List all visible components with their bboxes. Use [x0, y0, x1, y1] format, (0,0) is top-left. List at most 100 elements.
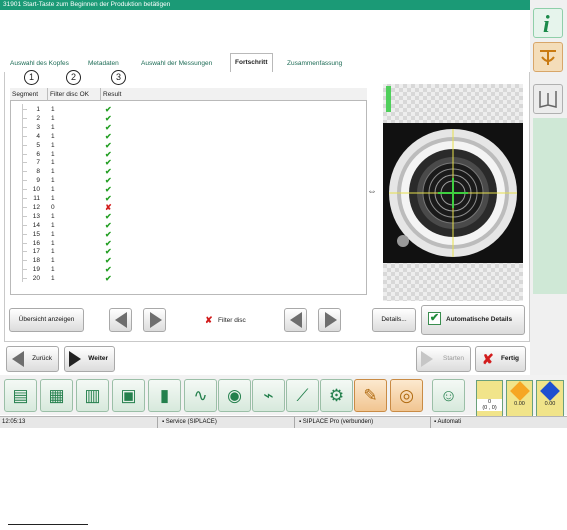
tree-branch: [22, 198, 27, 199]
tool-board-icon[interactable]: ▣: [112, 379, 145, 412]
next-segment-button[interactable]: [143, 308, 166, 332]
table-row[interactable]: 18 1 ✔: [10, 256, 367, 265]
cell-segment: 4: [36, 132, 40, 140]
status-siplace-label: SIPLACE Pro (verbunden): [302, 419, 374, 425]
cell-filter-ok: 1: [51, 266, 55, 274]
gauge-1: 0 (0 , 0): [476, 380, 503, 417]
back-button[interactable]: Zurück: [6, 346, 59, 372]
calibration-icon: [540, 50, 556, 65]
tool-bar-chart-icon[interactable]: ▥: [76, 379, 109, 412]
table-row[interactable]: 6 1 ✔: [10, 150, 367, 159]
resize-handle-icon[interactable]: ⇔: [367, 186, 377, 197]
arrow-left-icon: [115, 312, 127, 328]
callout-2: 2: [66, 70, 81, 85]
cell-result-pass-icon: ✔: [105, 149, 112, 159]
tool-calibration-icon[interactable]: ◎: [390, 379, 423, 412]
col-header-result: Result: [103, 91, 122, 98]
cell-result-pass-icon: ✔: [105, 176, 112, 186]
cell-filter-ok: 1: [51, 257, 55, 265]
table-row[interactable]: 9 1 ✔: [10, 176, 367, 185]
tab-summary[interactable]: Zusammenfassung: [283, 55, 346, 72]
tool-station-icon[interactable]: ▤: [4, 379, 37, 412]
table-row[interactable]: 20 1 ✔: [10, 274, 367, 283]
calibration-tool-button[interactable]: [533, 42, 563, 72]
tool-table-icon[interactable]: ▦: [40, 379, 73, 412]
cell-segment: 13: [32, 212, 40, 220]
start-label: Starten: [443, 355, 464, 362]
table-row[interactable]: 13 1 ✔: [10, 212, 367, 221]
cell-filter-ok: 1: [51, 150, 55, 158]
cell-segment: 10: [32, 186, 40, 194]
gauge-1-bar: [477, 381, 502, 399]
table-row[interactable]: 10 1 ✔: [10, 185, 367, 194]
table-row[interactable]: 4 1 ✔: [10, 132, 367, 141]
tree-branch: [22, 180, 27, 182]
tab-measurement-selection[interactable]: Auswahl der Messungen: [137, 55, 216, 72]
tool-feeder-icon[interactable]: ⟋: [286, 379, 319, 412]
arrow-right-icon: [325, 312, 337, 328]
next-filter-button[interactable]: [318, 308, 341, 332]
cell-result-pass-icon: ✔: [105, 274, 112, 284]
table-row[interactable]: 2 1 ✔: [10, 114, 367, 123]
table-row[interactable]: 15 1 ✔: [10, 230, 367, 239]
tree-branch: [22, 260, 27, 262]
finish-button[interactable]: ✘ Fertig: [475, 346, 526, 372]
tool-nozzle-icon[interactable]: ⌁: [252, 379, 285, 412]
tree-branch: [22, 171, 27, 173]
cell-segment: 15: [32, 230, 40, 238]
tool-document-icon[interactable]: ▮: [148, 379, 181, 412]
next-label: Weiter: [88, 355, 108, 362]
cell-filter-ok: 1: [51, 230, 55, 238]
cell-filter-ok: 1: [51, 106, 55, 113]
table-row[interactable]: 5 1 ✔: [10, 141, 367, 150]
table-row[interactable]: 7 1 ✔: [10, 158, 367, 167]
gauge-3-diamond-icon: [540, 381, 560, 401]
col-header-segment: Segment: [12, 91, 39, 98]
cell-segment: 7: [36, 159, 40, 167]
prev-filter-button[interactable]: [284, 308, 307, 332]
back-label: Zurück: [32, 355, 52, 362]
show-overview-button[interactable]: Übersicht anzeigen: [9, 308, 84, 332]
info-button[interactable]: i: [533, 8, 563, 38]
cell-segment: 20: [32, 275, 40, 283]
tool-operator-icon[interactable]: ☺: [432, 379, 465, 412]
gauge-3: 0.00: [536, 380, 564, 417]
cell-filter-ok: 1: [51, 168, 55, 176]
table-row[interactable]: 14 1 ✔: [10, 221, 367, 230]
table-row[interactable]: 17 1 ✔: [10, 247, 367, 256]
cell-segment: 6: [36, 150, 40, 158]
tool-wrench-icon[interactable]: ✎: [354, 379, 387, 412]
table-row[interactable]: 11 1 ✔: [10, 194, 367, 203]
table-row[interactable]: 12 0 ✘: [10, 203, 367, 212]
gauge-3-value: 0.00: [544, 401, 556, 407]
tool-camera-icon[interactable]: ◉: [218, 379, 251, 412]
cell-filter-ok: 1: [51, 186, 55, 194]
tool-settings-icon[interactable]: ⚙: [320, 379, 353, 412]
auto-details-checkbox[interactable]: ✔: [428, 312, 441, 325]
col-header-filter: Filter disc OK: [50, 91, 90, 98]
cell-segment: 8: [36, 168, 40, 176]
next-button[interactable]: Weiter: [64, 346, 115, 372]
arrow-right-icon: [150, 312, 162, 328]
tool-line-chart-icon[interactable]: ∿: [184, 379, 217, 412]
arrow-left-icon: [290, 312, 302, 328]
table-row[interactable]: 16 1 ✔: [10, 239, 367, 248]
tree-branch: [22, 189, 27, 191]
table-row[interactable]: 1 1 ✔: [10, 105, 367, 114]
tab-head-selection[interactable]: Auswahl des Kopfes: [6, 55, 73, 72]
finish-label: Fertig: [500, 355, 519, 362]
table-row[interactable]: 19 1 ✔: [10, 265, 367, 274]
manual-button[interactable]: [533, 84, 563, 114]
next-arrow-icon: [69, 351, 81, 367]
cell-segment: 1: [36, 106, 40, 113]
table-row[interactable]: 3 1 ✔: [10, 123, 367, 132]
auto-details-label: Automatische Details: [446, 316, 513, 323]
details-button[interactable]: Details...: [372, 308, 416, 332]
tree-branch: [22, 135, 27, 137]
prev-segment-button[interactable]: [109, 308, 132, 332]
start-button[interactable]: Starten: [416, 346, 471, 372]
tab-progress[interactable]: Fortschritt: [230, 53, 273, 72]
nozzle-image-icon: [389, 129, 517, 257]
info-icon: i: [543, 12, 550, 38]
table-row[interactable]: 8 1 ✔: [10, 167, 367, 176]
